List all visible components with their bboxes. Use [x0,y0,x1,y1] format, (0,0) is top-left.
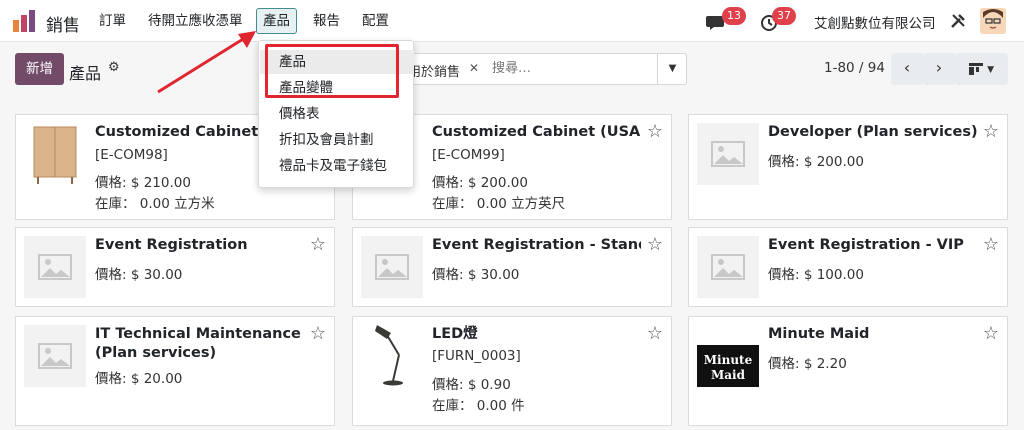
favorite-star-icon[interactable]: ☆ [983,234,999,255]
lamp-image-icon [375,325,403,386]
pager-previous-button[interactable]: ‹ [891,53,923,85]
menu-configuration[interactable]: 配置 [356,8,395,34]
product-image: Minute Maid [697,335,759,397]
product-name: Developer (Plan services) [768,124,977,140]
view-caret-icon: ▼ [987,65,995,75]
dropdown-item-pricelists[interactable]: 價格表 [260,102,414,126]
product-price: 價格: $ 200.00 [432,175,528,191]
favorite-star-icon[interactable]: ☆ [310,234,326,255]
product-image [24,236,86,298]
image-placeholder-icon [711,141,745,167]
dropdown-item-gift-cards[interactable]: 禮品卡及電子錢包 [260,154,414,178]
new-button[interactable]: 新增 [15,53,64,85]
dropdown-item-discounts-loyalty[interactable]: 折扣及會員計劃 [260,128,414,152]
svg-text:Minute: Minute [704,353,753,367]
search-bar[interactable]: 用於銷售 ✕ ▼ [395,53,687,85]
product-name: Minute Maid [768,326,870,342]
product-name: Event Registration - Standard [432,237,641,253]
kanban-view-icon [968,62,983,75]
product-price: 價格: $ 200.00 [768,154,864,170]
favorite-star-icon[interactable]: ☆ [647,323,663,344]
product-card[interactable]: IT Technical Maintenance (Plan services)… [15,316,335,426]
app-name[interactable]: 銷售 [46,11,80,36]
remove-facet-icon[interactable]: ✕ [469,61,479,75]
product-price: 價格: $ 0.90 [432,377,511,393]
product-ref: [E-COM99] [432,147,505,163]
product-stock: 在庫： 0.00 立方米 [95,196,215,212]
product-card[interactable]: Minute Maid Minute Maid ☆ 價格: $ 2.20 [688,316,1008,426]
product-card[interactable]: Developer (Plan services) ☆ 價格: $ 200.00 [688,114,1008,220]
product-name: LED燈 [432,326,478,342]
product-image [361,236,423,298]
menu-reporting[interactable]: 報告 [307,8,346,34]
minute-maid-logo: Minute Maid [697,345,759,387]
product-image [697,236,759,298]
product-stock: 在庫： 0.00 立方英尺 [432,196,566,212]
page-title: 產品 [69,64,102,83]
product-card[interactable]: Event Registration ☆ 價格: $ 30.00 [15,227,335,307]
product-image [361,323,423,386]
product-image [697,123,759,185]
view-switcher-button[interactable]: ▼ [955,53,1008,85]
product-image [24,325,86,387]
search-facet-label: 用於銷售 [408,65,461,80]
favorite-star-icon[interactable]: ☆ [647,234,663,255]
pager-next-button[interactable]: › [923,53,955,85]
messages-badge: 13 [722,7,746,25]
product-price: 價格: $ 20.00 [95,371,183,387]
highlight-box [265,44,399,98]
product-price: 價格: $ 210.00 [95,175,191,191]
pager-value[interactable]: 1-80 / 94 [824,60,885,76]
product-name: IT Technical Maintenance (Plan services) [95,326,301,361]
search-options-caret-icon[interactable]: ▼ [657,54,687,84]
product-price: 價格: $ 30.00 [432,267,520,283]
user-avatar[interactable] [980,8,1006,34]
product-card[interactable]: Event Registration - VIP ☆ 價格: $ 100.00 [688,227,1008,307]
image-placeholder-icon [38,254,72,280]
product-price: 價格: $ 30.00 [95,267,183,283]
sales-app-icon[interactable] [12,10,36,32]
image-placeholder-icon [375,254,409,280]
product-price: 價格: $ 2.20 [768,356,847,372]
product-name: Event Registration [95,237,248,253]
cabinet-image-icon [33,126,77,184]
product-name: Customized Cabinet (USA) [432,124,641,140]
user-face-icon [980,8,1006,34]
product-ref: [E-COM98] [95,147,168,163]
favorite-star-icon[interactable]: ☆ [983,121,999,142]
product-ref: [FURN_0003] [432,348,521,364]
product-card[interactable]: LED燈 ☆ [FURN_0003] 價格: $ 0.90 在庫： 0.00 件 [352,316,672,426]
gear-icon[interactable]: ⚙ [108,60,120,75]
product-image [24,123,86,185]
company-switcher[interactable]: 艾創點數位有限公司 [814,12,936,32]
annotation-arrow-icon [157,31,256,94]
image-placeholder-icon [711,254,745,280]
product-stock: 在庫： 0.00 件 [432,398,525,414]
image-placeholder-icon [38,343,72,369]
favorite-star-icon[interactable]: ☆ [983,323,999,344]
activities-badge: 37 [772,7,796,25]
favorite-star-icon[interactable]: ☆ [647,121,663,142]
debug-tools-icon[interactable] [950,13,966,29]
product-name: Event Registration - VIP [768,237,964,253]
product-card[interactable]: Event Registration - Standard ☆ 價格: $ 30… [352,227,672,307]
product-price: 價格: $ 100.00 [768,267,864,283]
svg-text:Maid: Maid [711,368,746,382]
menu-orders[interactable]: 訂單 [93,8,132,34]
favorite-star-icon[interactable]: ☆ [310,323,326,344]
search-input[interactable] [492,61,642,76]
